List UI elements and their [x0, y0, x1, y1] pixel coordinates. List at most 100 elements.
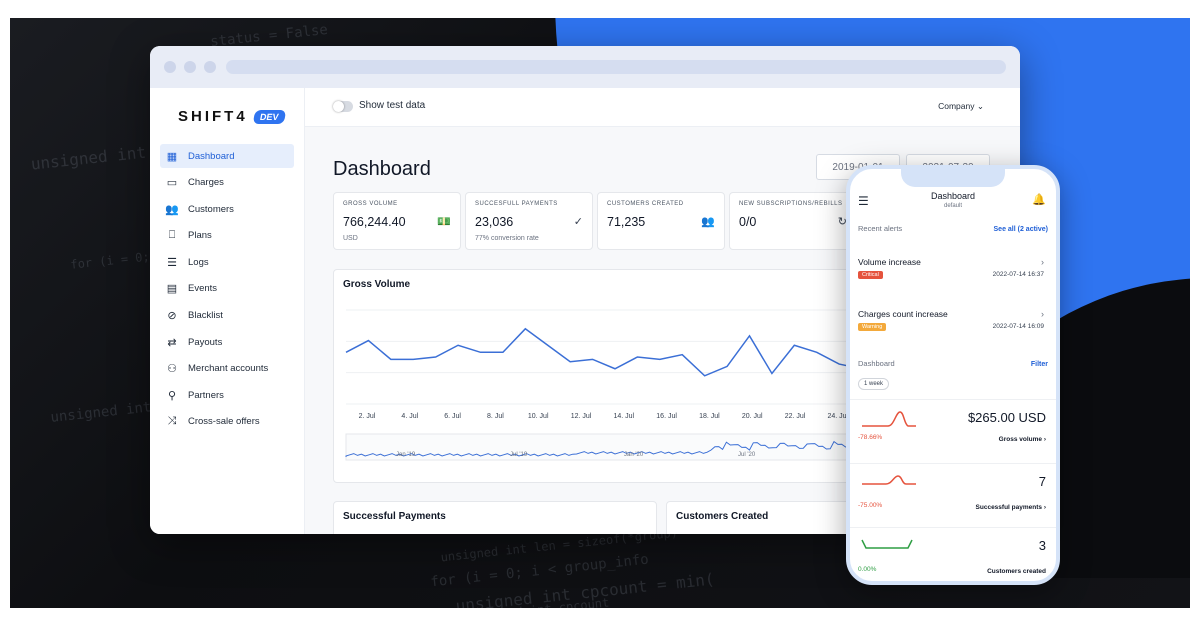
sparkline — [861, 539, 913, 549]
address-bar[interactable] — [226, 60, 1006, 74]
bookmark-icon: ⎕ — [168, 229, 176, 242]
grid-icon: ▦ — [166, 150, 178, 163]
metric-change: -78.66% — [858, 434, 883, 441]
filter-link[interactable]: Filter — [1031, 361, 1048, 368]
x-tick-label: 16. Jul — [656, 413, 677, 420]
sidebar-item-cross-sale-offers[interactable]: ⤨ Cross-sale offers — [160, 410, 294, 434]
sidebar-item-charges[interactable]: ▭ Charges — [160, 171, 294, 195]
sidebar-item-label: Customers — [188, 203, 234, 215]
metric-label: Customers created — [987, 568, 1046, 575]
sidebar-item-blacklist[interactable]: ⊘ Blacklist — [160, 304, 294, 328]
bell-icon[interactable]: 🔔 — [1032, 193, 1046, 206]
navigator-label: Jan '19 — [396, 452, 416, 458]
kpi-value: 0/0 — [739, 215, 757, 229]
kpi-value: 23,036 — [475, 215, 514, 229]
kpi-card: NEW SUBSCRIPTIONS/REBILLS 0/0 ↻ — [729, 192, 857, 250]
credit-card-icon: ▭ — [166, 177, 178, 190]
chevron-right-icon: › — [1043, 436, 1046, 443]
period-chip[interactable]: 1 week — [858, 378, 890, 390]
metric-change: 0.00% — [858, 566, 877, 573]
sparkline — [862, 475, 916, 485]
check-circle-icon: ✓ — [573, 216, 583, 228]
status-badge: Critical — [858, 271, 883, 279]
chevron-right-icon: › — [1041, 309, 1044, 319]
x-tick-label: 8. Jul — [487, 413, 504, 420]
x-tick-label: 20. Jul — [742, 413, 763, 420]
sidebar-item-plans[interactable]: ⎕ Plans — [160, 224, 294, 248]
status-badge: Warning — [858, 323, 887, 331]
x-tick-label: 12. Jul — [571, 413, 592, 420]
sidebar-item-merchant-accounts[interactable]: ⚇ Merchant accounts — [160, 357, 294, 381]
sidebar-item-label: Events — [188, 283, 218, 295]
metric-change: -75.00% — [858, 502, 883, 509]
page-title: Dashboard — [333, 158, 431, 180]
kpi-value: 766,244.40 — [343, 215, 406, 229]
metric-row[interactable]: $265.00 USD -78.66% Gross volume › — [850, 399, 1056, 462]
kpi-card: SUCCESFULL PAYMENTS 23,036 77% conversio… — [465, 192, 593, 250]
phone-mockup: ☰ Dashboard default 🔔 Recent alerts See … — [846, 165, 1060, 585]
x-tick-label: 4. Jul — [401, 413, 418, 420]
sidebar-item-partners[interactable]: ⚲ Partners — [160, 383, 294, 407]
test-data-toggle[interactable] — [333, 101, 353, 112]
metric-row[interactable]: 7 -75.00% Successful payments › — [850, 463, 1056, 526]
sidebar-item-label: Partners — [188, 389, 224, 401]
navigator-label: Jul '19 — [510, 452, 528, 458]
sidebar-item-dashboard[interactable]: ▦ Dashboard — [160, 144, 294, 168]
navigator-label: Jul '20 — [738, 452, 756, 458]
kpi-label: CUSTOMERS CREATED — [607, 201, 684, 207]
phone-notch — [901, 169, 1005, 187]
hero-background: unsigned int cpcount = min(for (i = 0; i… — [10, 18, 1190, 608]
sidebar-item-label: Blacklist — [188, 310, 223, 322]
sidebar-item-customers[interactable]: 👥 Customers — [160, 197, 294, 221]
metric-row[interactable]: 3 0.00% Customers created — [850, 527, 1056, 581]
chevron-right-icon: › — [1043, 504, 1046, 511]
sidebar-item-label: Plans — [188, 230, 212, 242]
chevron-down-icon: ⌄ — [976, 101, 984, 111]
logo-badge: DEV — [252, 109, 286, 124]
metric-value: 7 — [1038, 474, 1046, 489]
phone-subtitle: default — [943, 203, 962, 209]
card-title: Customers Created — [676, 511, 769, 522]
sidebar-item-label: Cross-sale offers — [188, 416, 260, 428]
successful-payments-card: Successful Payments — [333, 501, 657, 534]
sidebar-item-label: Payouts — [188, 336, 223, 348]
alert-date: 2022-07-14 16:37 — [992, 271, 1044, 278]
x-tick-label: 18. Jul — [699, 413, 720, 420]
metric-label-text: Successful payments — [975, 504, 1043, 511]
sidebar-nav: ▦ Dashboard ▭ Charges 👥 Customers ⎕ Plans ☰ L… — [160, 144, 294, 437]
metric-value: 3 — [1038, 538, 1046, 553]
window-dot — [204, 61, 216, 73]
alert-title: Volume increase — [858, 257, 921, 267]
alerts-heading: Recent alerts — [858, 224, 903, 233]
sidebar-item-label: Logs — [188, 256, 209, 268]
kpi-card: GROSS VOLUME 766,244.40 USD 💵 — [333, 192, 461, 250]
logo[interactable]: SHIFT4 DEV — [178, 108, 286, 125]
sparkline — [862, 411, 916, 427]
calendar-icon: ▤ — [166, 283, 178, 296]
chart-title: Gross Volume — [343, 279, 411, 290]
partner-icon: ⚲ — [167, 389, 177, 402]
navigator[interactable] — [345, 433, 885, 461]
x-tick-label: 22. Jul — [785, 413, 806, 420]
list-icon: ☰ — [167, 256, 177, 269]
sidebar-item-logs[interactable]: ☰ Logs — [160, 250, 294, 274]
sidebar-item-label: Dashboard — [188, 150, 235, 162]
sidebar-item-events[interactable]: ▤ Events — [160, 277, 294, 301]
chevron-right-icon: › — [1041, 257, 1044, 267]
see-all-link[interactable]: See all (2 active) — [994, 226, 1048, 233]
alert-item[interactable]: Charges count increase › Warning 2022-07… — [858, 309, 1044, 331]
browser-toolbar — [150, 46, 1020, 88]
arrows-icon: ⇄ — [167, 336, 177, 349]
sidebar-item-payouts[interactable]: ⇄ Payouts — [160, 330, 294, 354]
metric-label: Successful payments › — [976, 504, 1046, 511]
cash-icon: 💵 — [437, 216, 451, 228]
alert-item[interactable]: Volume increase › Critical 2022-07-14 16… — [858, 257, 1044, 279]
users-icon: 👥 — [701, 216, 715, 228]
alert-title: Charges count increase — [858, 309, 948, 319]
company-dropdown[interactable]: Company ⌄ — [938, 101, 984, 112]
x-tick-label: 6. Jul — [444, 413, 461, 420]
company-label: Company — [938, 101, 975, 111]
window-dot — [184, 61, 196, 73]
x-tick-label: 10. Jul — [528, 413, 549, 420]
kpi-card: CUSTOMERS CREATED 71,235 👥 — [597, 192, 725, 250]
